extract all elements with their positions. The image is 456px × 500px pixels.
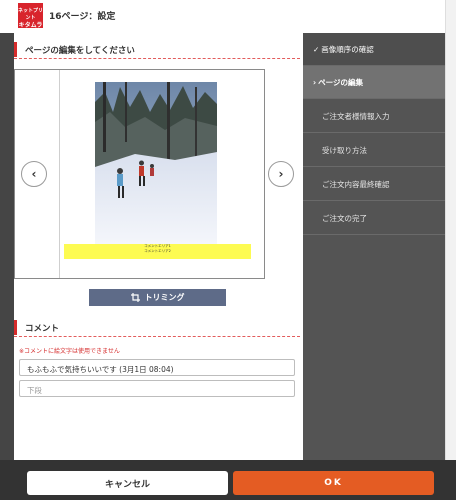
- logo-main-text: キタムラ: [18, 22, 43, 29]
- trimming-label: トリミング: [144, 293, 185, 302]
- logo-top-text: ネットプリント: [18, 8, 44, 21]
- step-label: 受け取り方法: [322, 145, 367, 155]
- crop-icon: [130, 293, 140, 302]
- next-page-button[interactable]: ›: [268, 161, 294, 187]
- heading-accent-bar: [14, 42, 17, 57]
- heading-accent-bar: [14, 320, 17, 335]
- left-gutter: [0, 33, 14, 460]
- scrollbar[interactable]: [445, 0, 456, 460]
- comment-section-title: コメント: [25, 324, 60, 334]
- step-pickup-method: 受け取り方法: [303, 134, 445, 167]
- step-label: ご注文の完了: [322, 213, 367, 223]
- comment-upper-input[interactable]: もふもふで気持ちいいです (3月1日 08:04): [19, 359, 295, 376]
- main-panel: ページの編集をしてください コメントエリア1 コメントエリア2 ‹ › トリミン…: [14, 33, 303, 460]
- comment-lower-input[interactable]: 下段: [19, 380, 295, 397]
- step-navigation: ✓ 画像順序の確認 › ページの編集 ご注文者様情報入力 受け取り方法 ご注文内…: [303, 33, 445, 460]
- step-image-order[interactable]: ✓ 画像順序の確認: [303, 33, 445, 66]
- cancel-button[interactable]: キャンセル: [27, 471, 228, 495]
- step-label: ページの編集: [318, 77, 363, 87]
- step-customer-info: ご注文者様情報入力: [303, 100, 445, 133]
- step-order-complete: ご注文の完了: [303, 202, 445, 235]
- step-page-edit[interactable]: › ページの編集: [303, 66, 445, 99]
- step-label: ご注文内容最終確認: [322, 179, 390, 189]
- prev-page-button[interactable]: ‹: [21, 161, 47, 187]
- chevron-right-icon: ›: [313, 77, 317, 87]
- page-editor: コメントエリア1 コメントエリア2: [14, 69, 265, 279]
- page-photo[interactable]: [95, 82, 217, 244]
- brand-logo[interactable]: ネットプリント キタムラ: [18, 3, 44, 29]
- header-bar: ネットプリント キタムラ 16ページ：設定: [0, 0, 445, 34]
- step-label: ご注文者様情報入力: [322, 111, 390, 121]
- step-final-confirm: ご注文内容最終確認: [303, 168, 445, 201]
- comment-area-2-label: コメントエリア2: [144, 249, 171, 253]
- step-label: 画像順序の確認: [321, 44, 374, 54]
- page-margin-line: [59, 70, 60, 278]
- chevron-left-icon: ‹: [31, 167, 37, 181]
- trimming-button[interactable]: トリミング: [89, 289, 226, 306]
- edit-section-heading: ページの編集をしてください: [14, 40, 300, 59]
- chevron-right-icon: ›: [278, 167, 284, 181]
- photo-image: [95, 82, 217, 244]
- comment-section-heading: コメント: [14, 318, 300, 337]
- page-title: 16ページ：設定: [49, 12, 116, 22]
- emoji-notice: ※コメントに絵文字は使用できません: [19, 348, 120, 355]
- ok-button[interactable]: OK: [233, 471, 434, 495]
- edit-section-title: ページの編集をしてください: [25, 46, 135, 56]
- comment-area[interactable]: コメントエリア1 コメントエリア2: [64, 244, 251, 259]
- check-icon: ✓: [313, 44, 320, 54]
